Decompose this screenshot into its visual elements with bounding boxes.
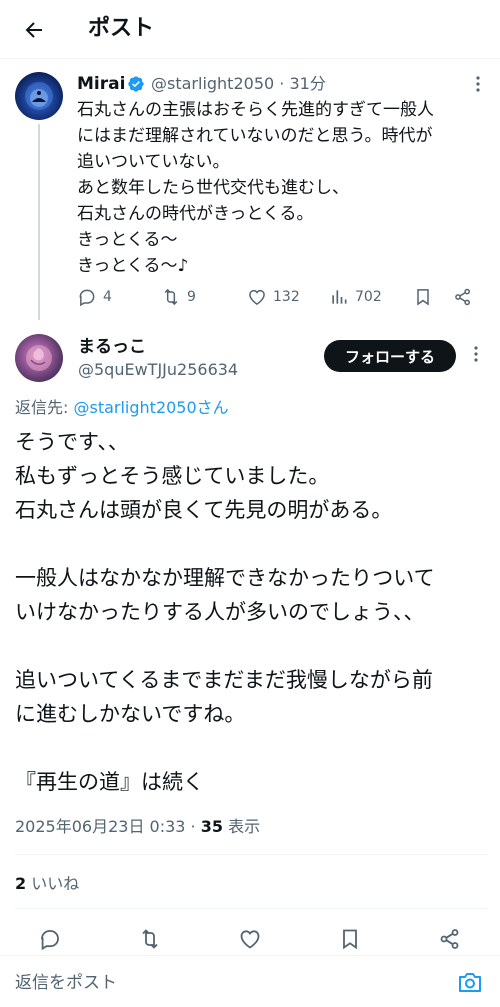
repost-button[interactable]: 9 — [161, 283, 196, 311]
camera-icon[interactable] — [456, 968, 484, 996]
reply-button[interactable] — [35, 924, 65, 954]
like-button[interactable] — [235, 924, 265, 954]
reply-to-suffix[interactable]: さん — [197, 398, 229, 417]
avatar-marukko[interactable] — [15, 334, 63, 382]
reply-to-handle-link[interactable]: @starlight2050 — [73, 398, 196, 417]
post-time[interactable]: 31分 — [289, 74, 325, 93]
heart-icon — [249, 289, 265, 305]
more-icon[interactable] — [468, 74, 488, 94]
avatar-mirai[interactable] — [15, 72, 63, 120]
heart-icon — [240, 930, 260, 949]
share-icon — [440, 929, 459, 949]
view-count: 702 — [355, 289, 382, 305]
reply-to-prefix: 返信先: — [15, 398, 74, 417]
post-actions: 4 9 132 702 — [77, 283, 487, 311]
thread-connector-line — [38, 124, 40, 320]
verified-badge-icon — [127, 75, 145, 93]
reply-icon — [79, 289, 95, 307]
author-name[interactable]: まるっこ — [78, 334, 146, 360]
top-bar: ポスト — [0, 0, 500, 58]
page-title: ポスト — [88, 16, 155, 41]
timestamp-date[interactable]: 2025年06月23日 0:33 · — [15, 817, 201, 836]
divider — [15, 908, 487, 909]
reply-composer[interactable]: 返信をポスト — [0, 955, 500, 1007]
share-button[interactable] — [435, 924, 465, 954]
analytics-icon — [332, 290, 347, 304]
more-icon[interactable] — [466, 344, 486, 364]
reply-count: 4 — [103, 289, 112, 305]
views-count: 35 — [200, 817, 223, 836]
bookmark-icon — [417, 289, 429, 306]
share-icon — [455, 288, 470, 306]
share-button[interactable] — [453, 283, 473, 311]
likes-count: 2 — [15, 874, 27, 893]
post-meta: @starlight2050 · 31分 — [151, 72, 326, 96]
reply-button[interactable]: 4 — [77, 283, 112, 311]
reply-icon — [41, 930, 59, 951]
main-post-actions — [15, 924, 487, 954]
post-text: 石丸さんの主張はおそらく先進的すぎて一般人 にはまだ理解されていないのだと思う。… — [77, 100, 434, 276]
repost-count: 9 — [187, 289, 196, 305]
divider — [15, 854, 487, 855]
follow-button[interactable]: フォローする — [324, 340, 456, 372]
reply-input[interactable]: 返信をポスト — [15, 971, 117, 995]
author-handle[interactable]: @starlight2050 — [151, 74, 274, 93]
views-button[interactable]: 702 — [329, 283, 382, 311]
reply-to-line: 返信先: @starlight2050さん — [15, 396, 229, 420]
views-label: 表示 — [222, 817, 261, 836]
like-count: 132 — [273, 289, 300, 305]
bookmark-icon — [343, 929, 357, 950]
likes-label: いいね — [26, 874, 80, 893]
header-divider — [0, 58, 500, 59]
repost-icon — [164, 288, 178, 306]
repost-button[interactable] — [135, 924, 165, 954]
bookmark-button[interactable] — [335, 924, 365, 954]
post-timestamp: 2025年06月23日 0:33 · 35 表示 — [15, 815, 260, 839]
author-name[interactable]: Mirai — [77, 72, 125, 96]
post-text: そうです、、 私もずっとそう感じていました。 石丸さんは頭が良くて先見の明がある… — [15, 430, 435, 794]
back-arrow-icon[interactable] — [18, 14, 50, 46]
bookmark-button[interactable] — [413, 283, 433, 311]
author-handle[interactable]: @5quEwTJJu256634 — [78, 358, 238, 382]
like-button[interactable]: 132 — [247, 283, 300, 311]
meta-separator: · — [279, 74, 285, 93]
repost-icon — [142, 929, 158, 949]
likes-summary[interactable]: 2 いいね — [15, 872, 79, 896]
